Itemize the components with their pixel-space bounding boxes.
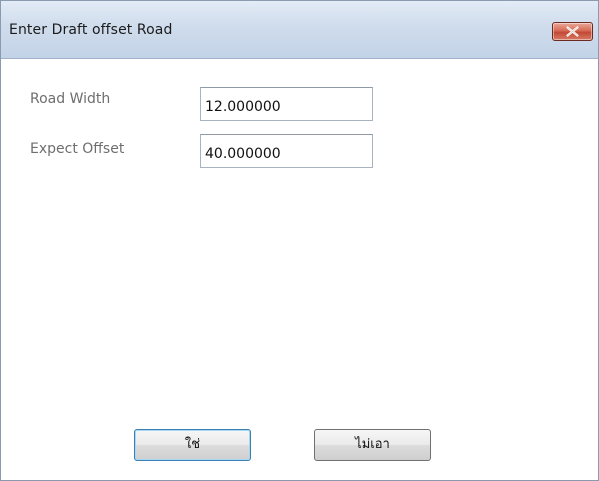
road-width-label: Road Width (30, 91, 111, 107)
road-width-input[interactable] (200, 87, 373, 121)
close-button[interactable] (552, 22, 593, 41)
expect-offset-input[interactable] (200, 134, 373, 168)
dialog-body: Road Width Expect Offset ใช่ ไม่เอา (1, 59, 598, 480)
title-bar[interactable]: Enter Draft offset Road (1, 1, 598, 59)
cancel-button[interactable]: ไม่เอา (314, 429, 431, 461)
expect-offset-label: Expect Offset (30, 141, 125, 157)
ok-button[interactable]: ใช่ (134, 429, 251, 461)
close-icon (566, 26, 579, 37)
dialog-window: Enter Draft offset Road Road Width Expec… (0, 0, 599, 481)
window-title: Enter Draft offset Road (9, 22, 173, 38)
